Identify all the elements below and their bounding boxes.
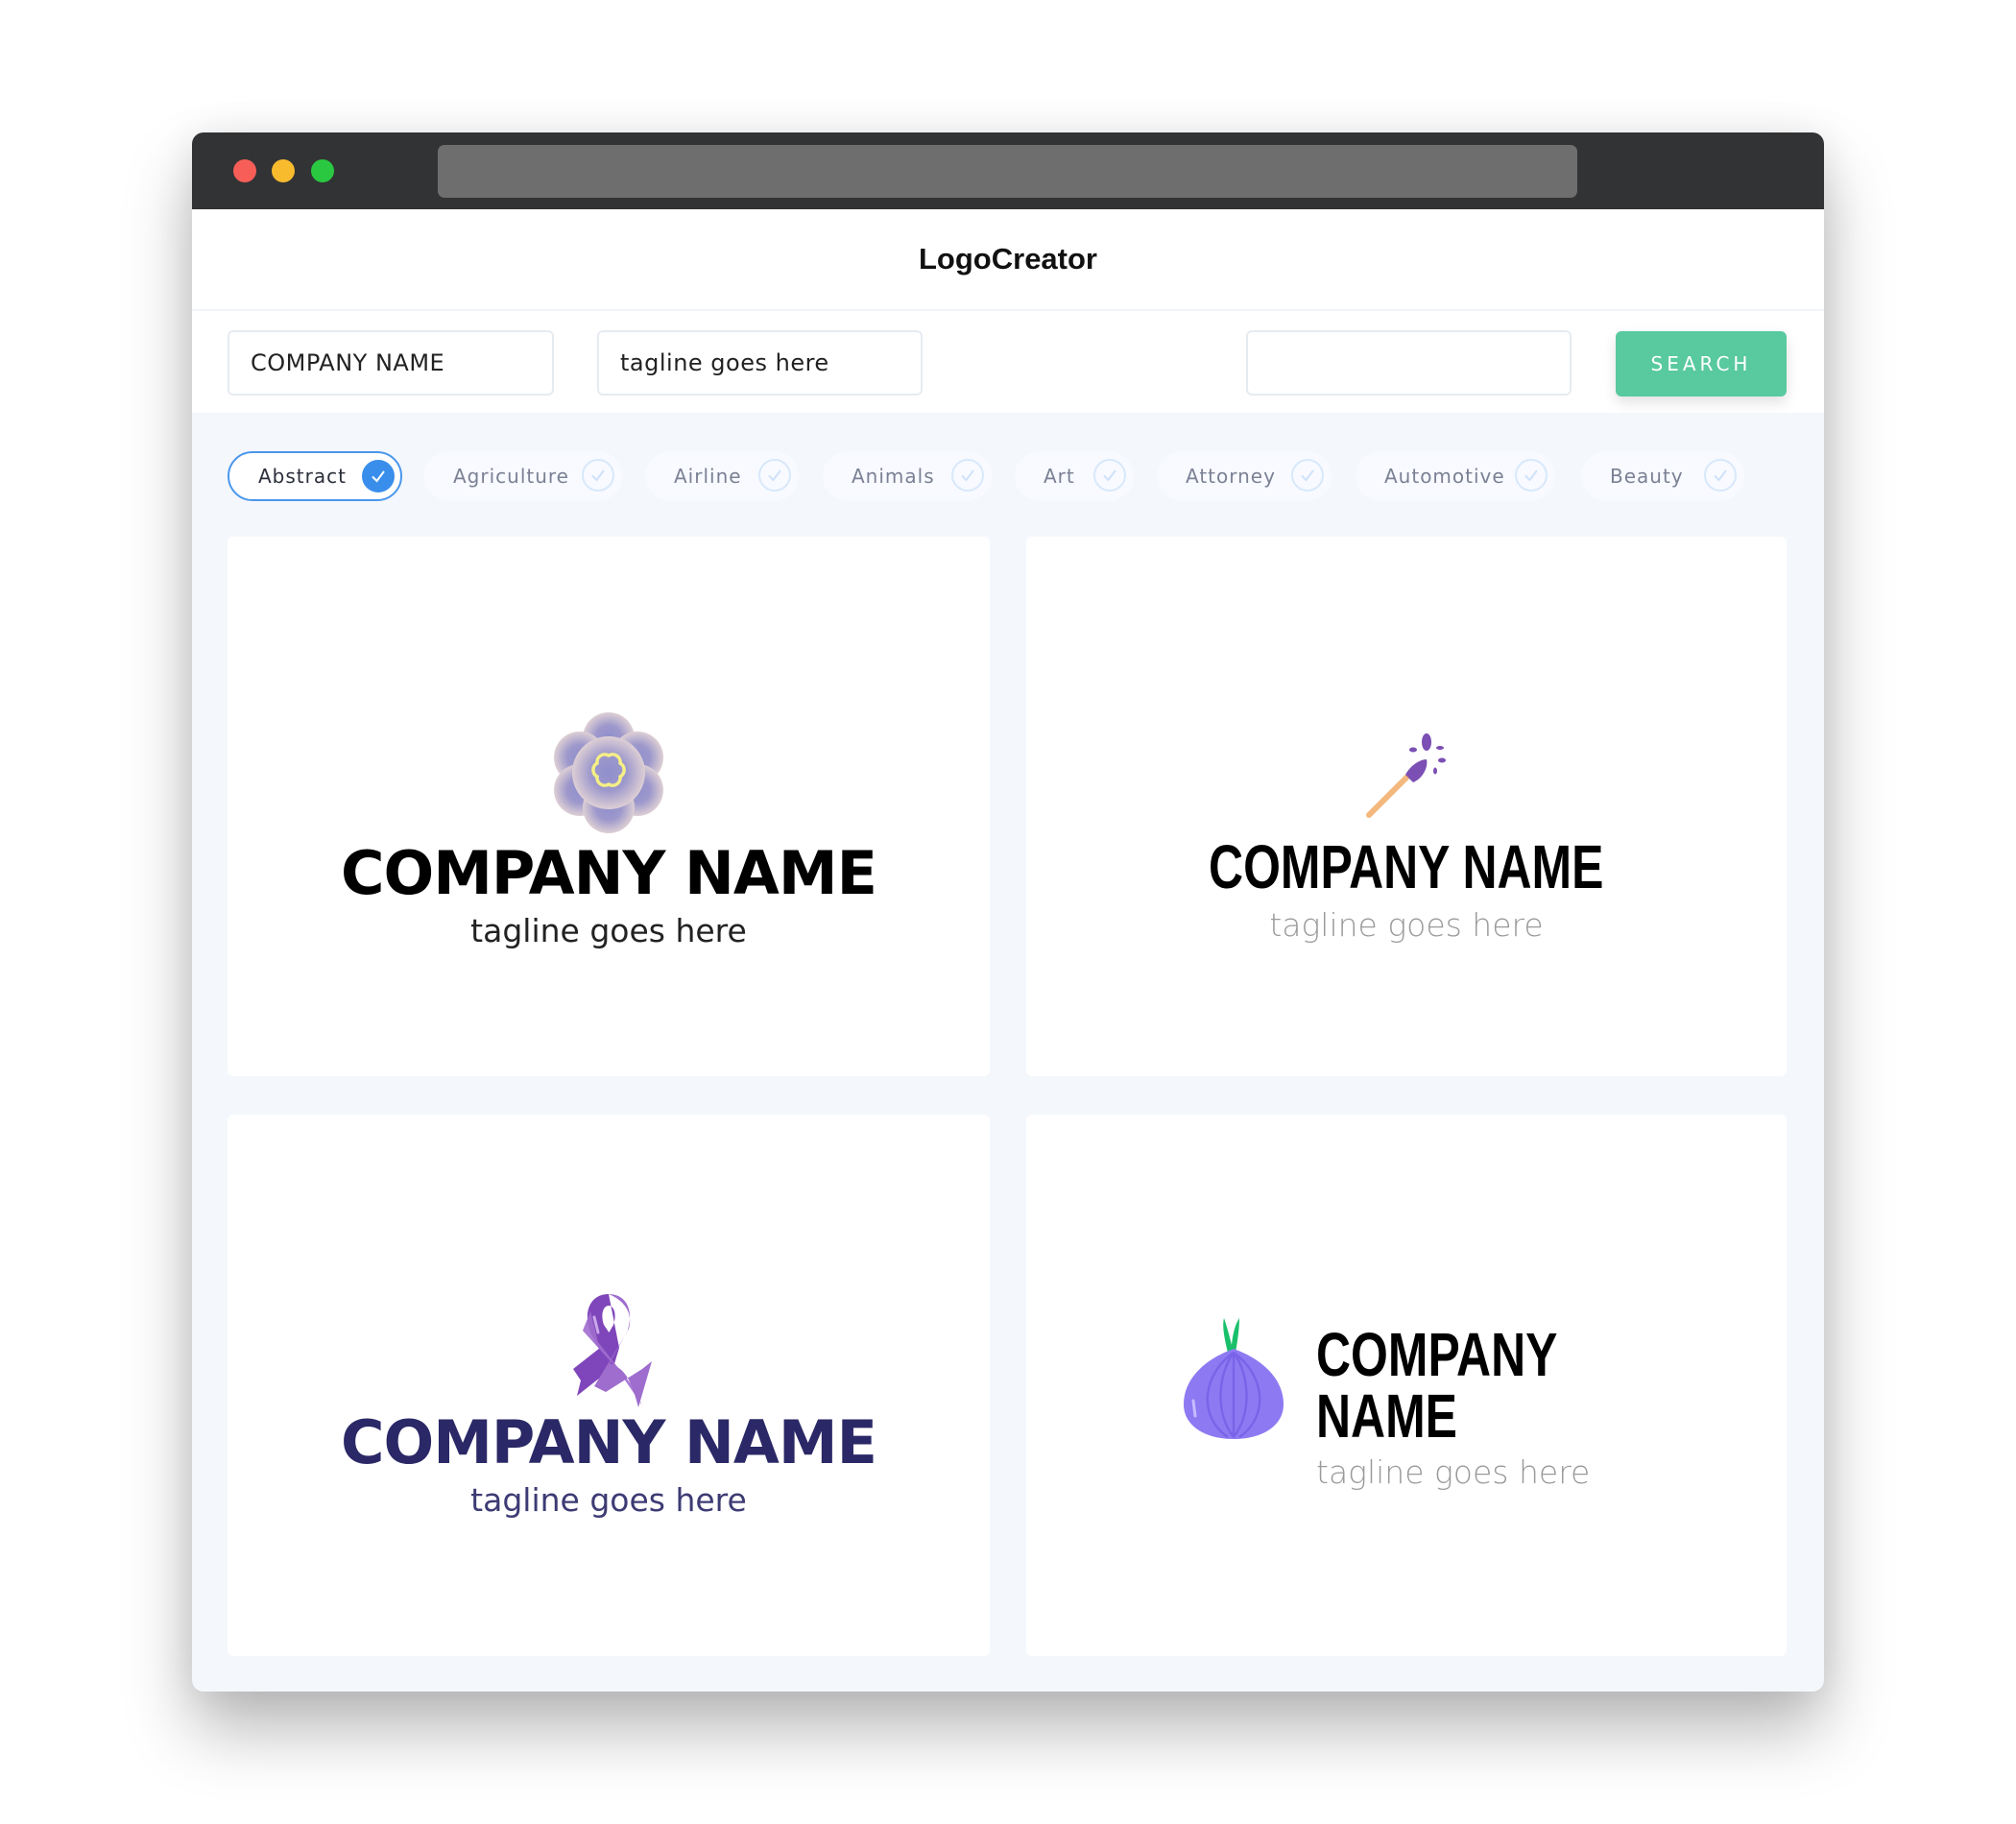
category-label: Agriculture	[453, 465, 569, 488]
search-button[interactable]: SEARCH	[1616, 331, 1787, 396]
logo-card[interactable]: COMPANY NAME tagline goes here	[1026, 537, 1787, 1076]
category-label: Abstract	[258, 465, 347, 488]
tagline-text: tagline goes here	[470, 1481, 747, 1519]
logo-card[interactable]: COMPANY NAME tagline goes here	[228, 1115, 990, 1656]
check-icon	[758, 459, 791, 492]
category-label: Beauty	[1610, 465, 1684, 488]
category-chip-airline[interactable]: Airline	[645, 451, 799, 501]
check-icon	[1291, 459, 1324, 492]
app-header: LogoCreator	[192, 209, 1824, 309]
category-chip-animals[interactable]: Animals	[823, 451, 992, 501]
company-name-text: COMPANY NAME	[341, 838, 877, 908]
app-title[interactable]: LogoCreator	[919, 242, 1097, 276]
title-bar	[192, 132, 1824, 209]
category-label: Attorney	[1186, 465, 1276, 488]
maximize-window-button[interactable]	[311, 159, 334, 182]
category-chip-beauty[interactable]: Beauty	[1581, 451, 1744, 501]
category-chip-abstract[interactable]: Abstract	[228, 451, 402, 501]
company-name-text: COMPANY NAME	[1209, 832, 1604, 901]
tagline-text: tagline goes here	[1269, 906, 1544, 944]
company-name-input[interactable]	[228, 330, 554, 396]
onion-icon	[1180, 1316, 1287, 1445]
tagline-input[interactable]	[597, 330, 923, 396]
company-name-text: COMPANY NAME	[341, 1407, 877, 1477]
check-icon	[951, 459, 984, 492]
search-form: SEARCH	[192, 311, 1824, 413]
category-chip-automotive[interactable]: Automotive	[1356, 451, 1555, 501]
category-label: Automotive	[1384, 465, 1505, 488]
paintbrush-icon	[1363, 733, 1450, 823]
tagline-text: tagline goes here	[470, 912, 747, 949]
tagline-text: tagline goes here	[1316, 1453, 1591, 1491]
company-name-text: COMPANY NAME	[1316, 1320, 1557, 1451]
category-chip-art[interactable]: Art	[1015, 451, 1134, 501]
close-window-button[interactable]	[233, 159, 256, 182]
category-label: Art	[1044, 465, 1075, 488]
check-icon	[1515, 459, 1548, 492]
minimize-window-button[interactable]	[272, 159, 295, 182]
flower-icon	[551, 712, 666, 838]
address-bar[interactable]	[438, 145, 1577, 198]
check-icon	[362, 460, 395, 492]
category-label: Animals	[852, 465, 935, 488]
logo-card[interactable]: COMPANY NAME tagline goes here	[1026, 1115, 1787, 1656]
logo-card[interactable]: COMPANY NAME tagline goes here	[228, 537, 990, 1076]
category-chip-attorney[interactable]: Attorney	[1157, 451, 1332, 501]
check-icon	[1093, 459, 1126, 492]
check-icon	[1704, 459, 1737, 492]
browser-window: LogoCreator SEARCH Abstract Agriculture …	[192, 132, 1824, 1692]
category-label: Airline	[674, 465, 742, 488]
category-filter-bar: Abstract Agriculture Airline Animals Art	[228, 413, 1788, 520]
category-chip-agriculture[interactable]: Agriculture	[424, 451, 622, 501]
keyword-input[interactable]	[1246, 330, 1572, 396]
check-icon	[582, 459, 614, 492]
